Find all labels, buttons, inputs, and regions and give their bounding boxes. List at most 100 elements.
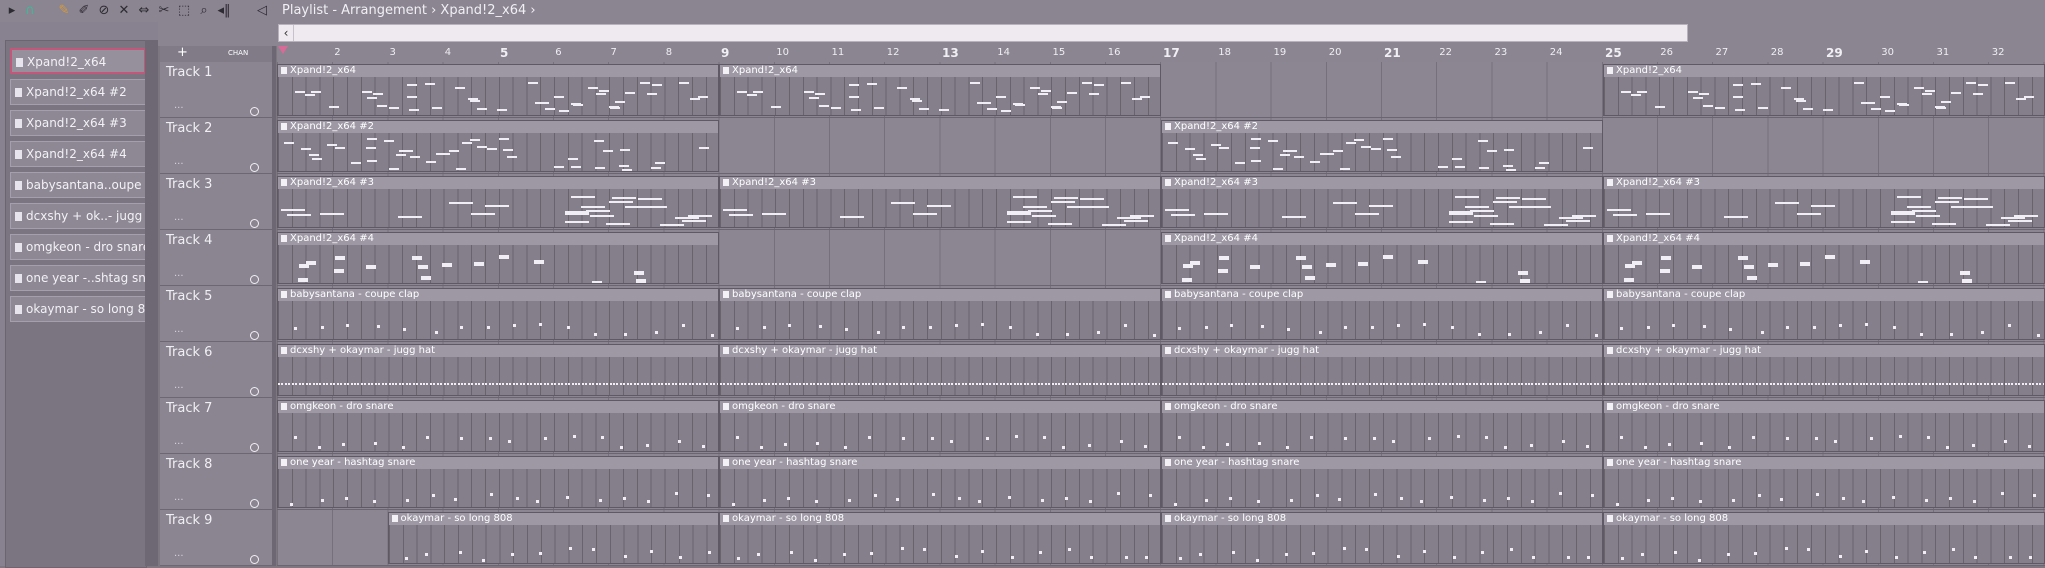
playback-icon[interactable]: ◂‖ (216, 3, 232, 19)
pattern-clip[interactable]: Xpand!2_x64 #2 (277, 120, 719, 172)
track-header[interactable]: Track 6... (160, 342, 272, 398)
pattern-clip[interactable]: Xpand!2_x64 #4 (1603, 232, 2045, 284)
track-header[interactable]: Track 9... (160, 510, 272, 566)
track-mute-led[interactable] (250, 387, 259, 396)
pattern-clip[interactable]: dcxshy + okaymar - jugg hat (1161, 344, 1603, 396)
track-mute-led[interactable] (250, 331, 259, 340)
track-header[interactable]: Track 7... (160, 398, 272, 454)
track-lane[interactable]: Xpand!2_x64 #3 Xpand!2_x64 #3 Xpand!2_x64 … (277, 174, 2045, 230)
clip-source-item[interactable]: Xpand!2_x64 (10, 48, 146, 74)
track-lane[interactable]: Xpand!2_x64 #4 Xpand!2_x64 #4 Xpand!2_x64 … (277, 230, 2045, 286)
pattern-icon (15, 305, 22, 314)
track-mute-led[interactable] (250, 275, 259, 284)
mute-icon[interactable]: ✕ (116, 3, 132, 19)
track-header[interactable]: Track 1... (160, 62, 272, 118)
pattern-clip[interactable]: omgkeon - dro snare (719, 400, 1161, 452)
horizontal-scrollbar[interactable]: ‹ (278, 24, 1688, 42)
note-mark (1089, 555, 1093, 559)
pattern-clip[interactable]: one year - hashtag snare (1603, 456, 2045, 508)
pattern-clip[interactable]: dcxshy + okaymar - jugg hat (1603, 344, 2045, 396)
pattern-clip[interactable]: Xpand!2_x64 (719, 64, 1161, 116)
magnet-icon[interactable]: ∩ (22, 3, 38, 19)
note-mark (1458, 383, 1461, 385)
track-header[interactable]: Track 4... (160, 230, 272, 286)
note-mark (1597, 383, 1600, 385)
panel-splitter[interactable] (145, 40, 158, 566)
note-mark (1526, 205, 1551, 208)
track-lane[interactable]: babysantana - coupe clap babysantana - co… (277, 286, 2045, 342)
track-lane[interactable]: okaymar - so long 808 okaymar - so long 8… (277, 510, 2045, 566)
add-track-button[interactable]: + (177, 45, 188, 60)
track-mute-led[interactable] (250, 499, 259, 508)
pattern-clip[interactable]: Xpand!2_x64 (1603, 64, 2045, 116)
speaker-icon[interactable]: ◁ (254, 3, 270, 19)
note-mark (913, 383, 916, 385)
clip-source-item[interactable]: one year -..shtag snare (10, 265, 146, 291)
timeline-ruler[interactable]: 2 3 4 5 6 7 8 9 10 11 12 13 14 15 16 17 18 19 20 21 22 23 24 25… (277, 46, 2045, 63)
clip-source-item[interactable]: Xpand!2_x64 #2 (10, 79, 146, 105)
note-mark (1500, 383, 1503, 385)
pattern-clip[interactable]: okaymar - so long 808 (1603, 512, 2045, 564)
pattern-clip[interactable]: omgkeon - dro snare (1161, 400, 1603, 452)
clip-source-item[interactable]: omgkeon - dro snare (10, 234, 146, 260)
pattern-clip[interactable]: okaymar - so long 808 (719, 512, 1161, 564)
track-header[interactable]: Track 5... (160, 286, 272, 342)
track-header[interactable]: Track 8... (160, 454, 272, 510)
pattern-clip[interactable]: dcxshy + okaymar - jugg hat (719, 344, 1161, 396)
pattern-clip[interactable]: Xpand!2_x64 #3 (719, 176, 1161, 228)
slice-icon[interactable]: ✂ (156, 3, 172, 19)
track-lane[interactable]: one year - hashtag snare one year - hasht… (277, 454, 2045, 510)
clip-source-item[interactable]: Xpand!2_x64 #4 (10, 141, 146, 167)
clip-source-item[interactable]: okaymar - so long 808 (10, 296, 146, 322)
pattern-clip[interactable]: babysantana - coupe clap (1161, 288, 1603, 340)
note-mark (1234, 383, 1237, 385)
track-mute-led[interactable] (250, 555, 259, 564)
delete-icon[interactable]: ⊘ (96, 3, 112, 19)
track-lane[interactable]: dcxshy + okaymar - jugg hat dcxshy + okay… (277, 342, 2045, 398)
pattern-clip[interactable]: one year - hashtag snare (1161, 456, 1603, 508)
track-mute-led[interactable] (250, 107, 259, 116)
note-mark (592, 280, 603, 283)
clip-source-item[interactable]: babysantana..oupe clap (10, 172, 146, 198)
pattern-clip[interactable]: babysantana - coupe clap (1603, 288, 2045, 340)
pattern-clip[interactable]: one year - hashtag snare (719, 456, 1161, 508)
pattern-clip[interactable]: okaymar - so long 808 (387, 512, 719, 564)
track-lane[interactable]: Xpand!2_x64 #2 Xpand!2_x64 #2 (277, 118, 2045, 174)
pattern-clip[interactable]: dcxshy + okaymar - jugg hat (277, 344, 719, 396)
paint-icon[interactable]: ✐ (76, 3, 92, 19)
pattern-clip[interactable]: Xpand!2_x64 #4 (1161, 232, 1603, 284)
track-lane[interactable]: Xpand!2_x64 Xpand!2_x64 Xpand!2_x64 (277, 62, 2045, 118)
slip-icon[interactable]: ⇔ (136, 3, 152, 19)
scroll-left-icon[interactable]: ‹ (279, 25, 294, 41)
clip-source-item[interactable]: dcxshy + ok..- jugg hat (10, 203, 146, 229)
pattern-clip[interactable]: Xpand!2_x64 #2 (1161, 120, 1603, 172)
note-mark (2004, 383, 2007, 385)
track-header[interactable]: Track 2... (160, 118, 272, 174)
track-lane[interactable]: omgkeon - dro snare omgkeon - dro snare om… (277, 398, 2045, 454)
track-mute-led[interactable] (250, 219, 259, 228)
playhead-marker[interactable] (278, 46, 288, 54)
note-mark (1990, 383, 1993, 385)
pattern-clip[interactable]: Xpand!2_x64 #4 (277, 232, 719, 284)
note-mark (1690, 383, 1693, 385)
pattern-clip[interactable]: omgkeon - dro snare (277, 400, 719, 452)
pattern-clip[interactable]: babysantana - coupe clap (277, 288, 719, 340)
pattern-clip[interactable]: Xpand!2_x64 #3 (1603, 176, 2045, 228)
pattern-clip[interactable]: one year - hashtag snare (277, 456, 719, 508)
clip-header: one year - hashtag snare (1162, 457, 1602, 469)
playlist-grid[interactable]: Xpand!2_x64 Xpand!2_x64 Xpand!2_x64 Xpand!2… (277, 62, 2045, 566)
zoom-icon[interactable]: ⌕ (196, 3, 212, 19)
menu-arrow-icon[interactable]: ▸ (4, 3, 20, 19)
pattern-clip[interactable]: babysantana - coupe clap (719, 288, 1161, 340)
pencil-icon[interactable]: ✎ (56, 3, 72, 19)
track-header[interactable]: Track 3... (160, 174, 272, 230)
pattern-clip[interactable]: Xpand!2_x64 #3 (1161, 176, 1603, 228)
track-mute-led[interactable] (250, 163, 259, 172)
select-icon[interactable]: ⬚ (176, 3, 192, 19)
pattern-clip[interactable]: Xpand!2_x64 #3 (277, 176, 719, 228)
pattern-clip[interactable]: Xpand!2_x64 (277, 64, 719, 116)
track-mute-led[interactable] (250, 443, 259, 452)
clip-source-item[interactable]: Xpand!2_x64 #3 (10, 110, 146, 136)
pattern-clip[interactable]: omgkeon - dro snare (1603, 400, 2045, 452)
pattern-clip[interactable]: okaymar - so long 808 (1161, 512, 1603, 564)
